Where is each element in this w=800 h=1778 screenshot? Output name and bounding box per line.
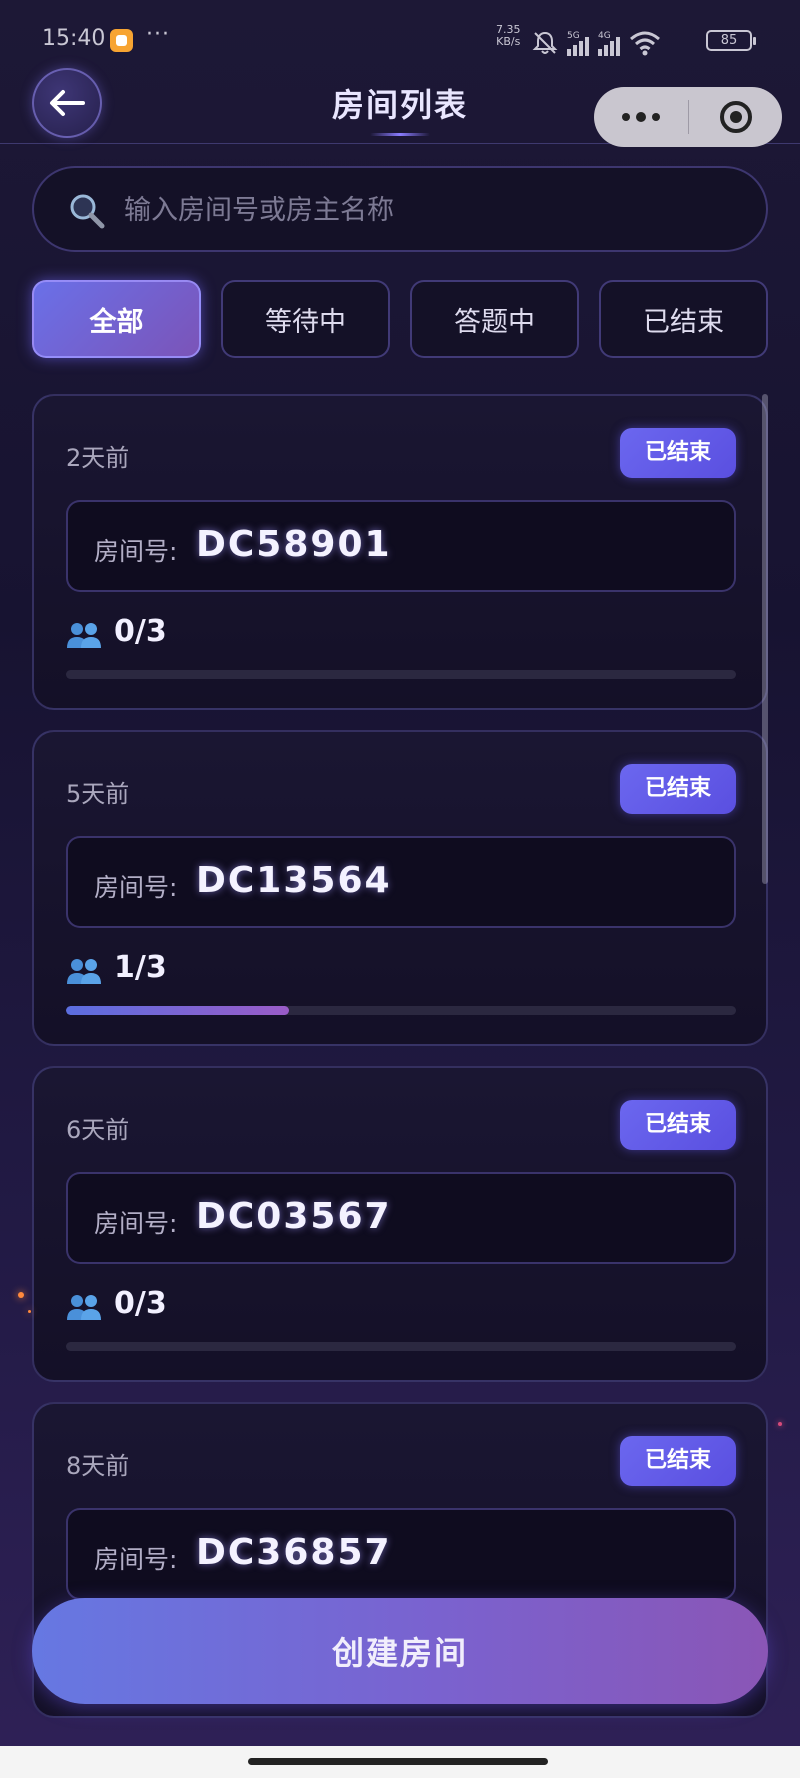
room-created-time: 6天前	[66, 1116, 130, 1144]
sparkle-decoration	[28, 1310, 31, 1313]
title-underline	[370, 133, 430, 136]
room-number-label: 房间号:	[94, 1209, 178, 1238]
room-number-label: 房间号:	[94, 873, 178, 902]
home-indicator[interactable]	[248, 1758, 548, 1765]
sparkle-decoration	[778, 1422, 782, 1426]
network-speed-unit: KB/s	[496, 35, 521, 48]
nav-bar: 房间列表	[0, 68, 800, 147]
close-mini-program-button[interactable]	[689, 87, 782, 147]
notification-app-icon	[110, 29, 133, 52]
tab-ended[interactable]: 已结束	[599, 280, 768, 358]
room-number: DC03567	[196, 1196, 392, 1237]
signal-5g-icon: 5G	[567, 31, 589, 56]
player-progress-bar	[66, 1006, 736, 1015]
player-count: 0/3	[114, 1286, 167, 1321]
room-number-box: 房间号: DC03567	[66, 1172, 736, 1264]
room-number: DC36857	[196, 1532, 392, 1573]
room-card[interactable]: 5天前 已结束 房间号: DC13564 1/3	[32, 730, 768, 1046]
room-number-label: 房间号:	[94, 537, 178, 566]
player-progress-bar	[66, 670, 736, 679]
status-badge: 已结束	[620, 764, 736, 814]
mini-program-capsule	[594, 87, 782, 147]
room-created-time: 5天前	[66, 780, 130, 808]
status-more-dots: ···	[146, 22, 170, 47]
battery-icon: 85	[706, 30, 756, 51]
player-progress-bar	[66, 1342, 736, 1351]
search-input[interactable]	[124, 188, 724, 232]
list-scrollbar[interactable]	[762, 394, 768, 884]
people-icon	[67, 1295, 101, 1320]
room-created-time: 2天前	[66, 444, 130, 472]
wifi-icon	[630, 31, 660, 56]
room-number-box: 房间号: DC36857	[66, 1508, 736, 1600]
tab-answering[interactable]: 答题中	[410, 280, 579, 358]
signal-5g-label: 5G	[567, 31, 580, 41]
room-number-box: 房间号: DC13564	[66, 836, 736, 928]
signal-4g-icon: 4G	[598, 31, 620, 56]
search-bar	[32, 166, 768, 252]
room-number: DC58901	[196, 524, 392, 565]
more-options-button[interactable]	[594, 87, 688, 147]
status-badge: 已结束	[620, 1100, 736, 1150]
status-badge: 已结束	[620, 1436, 736, 1486]
room-number-box: 房间号: DC58901	[66, 500, 736, 592]
status-icons: 5G 4G	[532, 26, 661, 56]
room-list[interactable]: 2天前 已结束 房间号: DC58901 0/3 5天前 已结束 房间号: DC…	[32, 394, 768, 1734]
player-progress-fill	[66, 1006, 290, 1015]
search-icon	[70, 194, 105, 229]
sparkle-decoration	[18, 1292, 24, 1298]
player-count: 1/3	[114, 950, 167, 985]
create-room-button[interactable]: 创建房间	[32, 1598, 768, 1704]
tab-all[interactable]: 全部	[32, 280, 201, 358]
mute-bell-icon	[532, 31, 558, 54]
people-icon	[67, 623, 101, 648]
tab-waiting[interactable]: 等待中	[221, 280, 390, 358]
people-icon	[67, 959, 101, 984]
target-icon	[719, 101, 752, 133]
signal-4g-label: 4G	[598, 31, 611, 41]
room-number-label: 房间号:	[94, 1545, 178, 1574]
player-count: 0/3	[114, 614, 167, 649]
room-card[interactable]: 6天前 已结束 房间号: DC03567 0/3	[32, 1066, 768, 1382]
status-bar: 15:40 ··· 7.35 KB/s 5G 4G 85	[0, 0, 800, 80]
filter-tabs: 全部 等待中 答题中 已结束	[32, 280, 768, 358]
status-badge: 已结束	[620, 428, 736, 478]
room-card[interactable]: 2天前 已结束 房间号: DC58901 0/3	[32, 394, 768, 710]
network-speed: 7.35 KB/s	[496, 24, 521, 48]
room-created-time: 8天前	[66, 1452, 130, 1480]
status-time: 15:40	[42, 26, 106, 51]
room-number: DC13564	[196, 860, 392, 901]
